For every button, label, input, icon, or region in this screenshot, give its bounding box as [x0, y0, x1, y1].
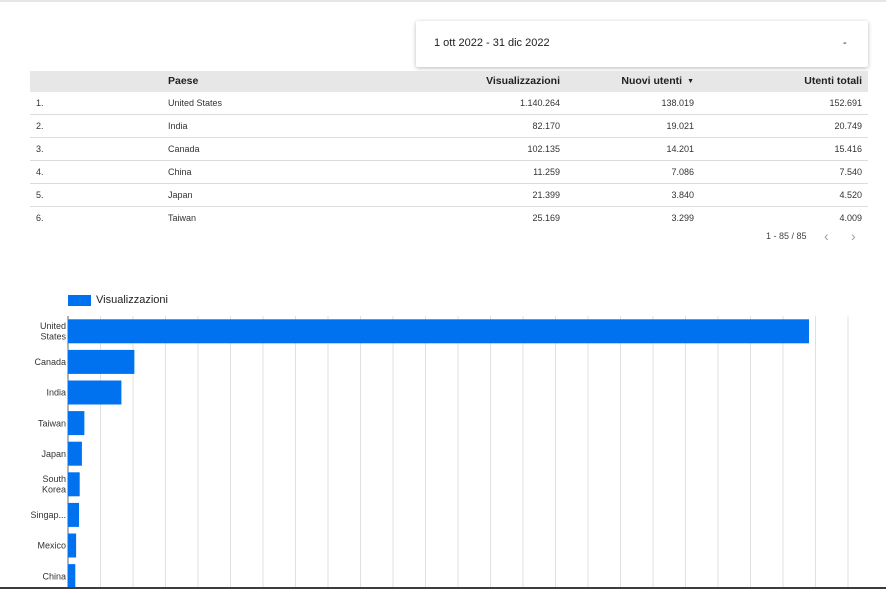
- row-new-users: 3.299: [671, 213, 694, 223]
- row-country: Canada: [168, 144, 200, 154]
- bar: [68, 533, 77, 558]
- pagination-label: 1 - 85 / 85: [766, 231, 807, 241]
- bar: [68, 564, 76, 589]
- tick-label: Taiwan: [38, 418, 66, 428]
- top-divider: [0, 0, 886, 2]
- date-range-selector[interactable]: 1 ott 2022 - 31 dic 2022 -: [416, 21, 868, 67]
- row-views: 25.169: [532, 213, 560, 223]
- sort-descending-icon[interactable]: ▼: [687, 78, 694, 85]
- header-country[interactable]: Paese: [168, 71, 198, 92]
- row-total-users: 152.691: [829, 98, 862, 108]
- header-views[interactable]: Visualizzazioni: [486, 71, 560, 92]
- row-index: 1.: [36, 98, 44, 108]
- row-total-users: 4.009: [839, 213, 862, 223]
- row-total-users: 7.540: [839, 167, 862, 177]
- legend-swatch: [68, 295, 91, 306]
- bar: [68, 502, 80, 527]
- tick-label: India: [46, 388, 66, 398]
- row-country: United States: [168, 98, 223, 108]
- row-views: 82.170: [532, 121, 560, 131]
- chevron-right-icon[interactable]: ›: [851, 228, 856, 244]
- table-body: 1. United States 1.140.264 138.019 152.691 2.…: [30, 92, 868, 229]
- table-row[interactable]: 6. Taiwan 25.169 3.299 4.009: [30, 207, 868, 229]
- table-row[interactable]: 5. Japan 21.399 3.840 4.520: [30, 184, 868, 207]
- row-total-users: 20.749: [834, 121, 862, 131]
- row-new-users: 3.840: [671, 190, 694, 200]
- bar: [68, 472, 80, 497]
- dropdown-icon[interactable]: -: [843, 37, 847, 49]
- row-country: India: [168, 121, 188, 131]
- country-table: Paese Visualizzazioni Nuovi utenti ▼ Uten…: [30, 71, 868, 229]
- row-views: 1.140.264: [519, 98, 560, 108]
- row-views: 102.135: [527, 144, 560, 154]
- row-new-users: 14.201: [666, 144, 694, 154]
- header-new-users[interactable]: Nuovi utenti ▼: [621, 71, 694, 92]
- bar: [68, 319, 809, 344]
- tick-label: South Korea: [42, 474, 66, 494]
- tick-label: Canada: [34, 357, 66, 367]
- row-total-users: 15.416: [834, 144, 862, 154]
- row-new-users: 138.019: [661, 98, 694, 108]
- tick-label: United States: [40, 321, 67, 341]
- row-index: 4.: [36, 167, 44, 177]
- chevron-left-icon[interactable]: ‹: [824, 228, 829, 244]
- row-index: 2.: [36, 121, 44, 131]
- date-range-label: 1 ott 2022 - 31 dic 2022: [434, 37, 550, 49]
- tick-label: Singap...: [30, 510, 66, 520]
- row-new-users: 7.086: [671, 167, 694, 177]
- table-row[interactable]: 3. Canada 102.135 14.201 15.416: [30, 138, 868, 161]
- row-index: 3.: [36, 144, 44, 154]
- bar: [68, 380, 122, 405]
- header-new-users-label: Nuovi utenti: [621, 75, 683, 87]
- row-country: China: [168, 167, 192, 177]
- row-country: Japan: [168, 190, 193, 200]
- row-total-users: 4.520: [839, 190, 862, 200]
- tick-label: Mexico: [37, 541, 66, 551]
- legend-label: Visualizzazioni: [96, 294, 168, 306]
- tick-label: Japan: [41, 449, 66, 459]
- table-header: Paese Visualizzazioni Nuovi utenti ▼ Uten…: [30, 71, 868, 92]
- tick-label: China: [42, 571, 66, 581]
- table-row[interactable]: 4. China 11.259 7.086 7.540: [30, 161, 868, 184]
- row-index: 5.: [36, 190, 44, 200]
- bar: [68, 411, 85, 436]
- row-country: Taiwan: [168, 213, 197, 223]
- row-index: 6.: [36, 213, 44, 223]
- row-views: 11.259: [533, 167, 560, 177]
- row-new-users: 19.021: [666, 121, 694, 131]
- row-views: 21.399: [532, 190, 560, 200]
- table-row[interactable]: 1. United States 1.140.264 138.019 152.691: [30, 92, 868, 115]
- bar: [68, 349, 135, 374]
- bar-chart: United States Canada India Taiwan Japan South K…: [30, 316, 849, 589]
- table-row[interactable]: 2. India 82.170 19.021 20.749: [30, 115, 868, 138]
- header-total-users[interactable]: Utenti totali: [804, 71, 862, 92]
- bar: [68, 441, 82, 466]
